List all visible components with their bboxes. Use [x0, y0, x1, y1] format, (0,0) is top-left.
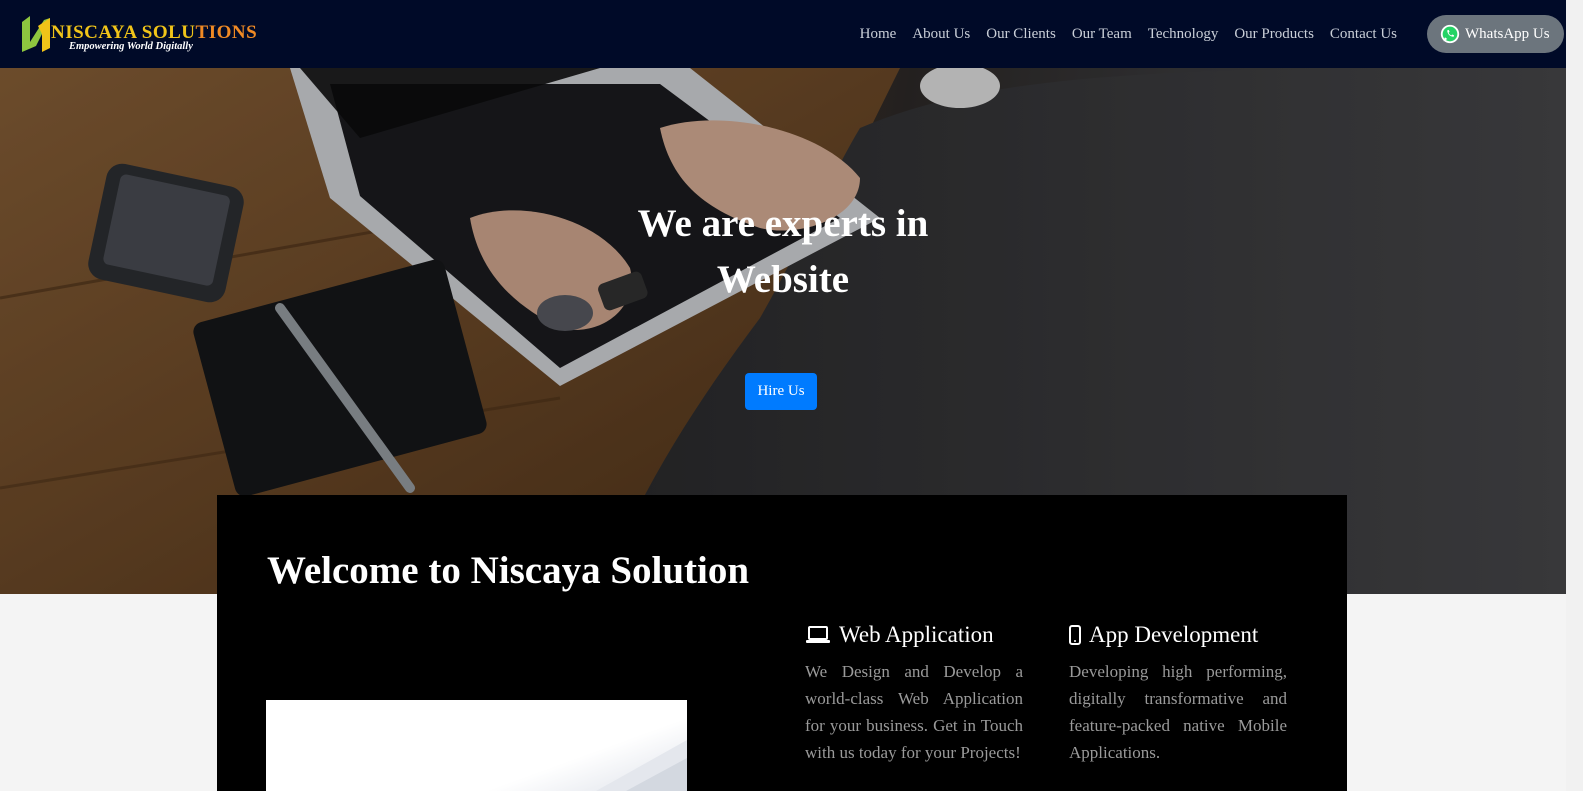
service-app-development: App Development Developing high performi…: [1069, 622, 1287, 766]
hire-us-button[interactable]: Hire Us: [745, 373, 817, 410]
hero-title: We are experts in Website: [583, 196, 983, 308]
nav-home[interactable]: Home: [852, 26, 905, 43]
hero-title-line-2: Website: [716, 258, 850, 301]
service-description: We Design and Develop a world-class Web …: [805, 662, 1023, 762]
building-graphic: [596, 740, 687, 791]
nav-contact-us[interactable]: Contact Us: [1322, 26, 1405, 43]
laptop-icon: [806, 626, 830, 643]
nav-our-team[interactable]: Our Team: [1064, 26, 1140, 43]
service-description: Developing high performing, digitally tr…: [1069, 662, 1287, 762]
hero-title-line-1: We are experts in: [637, 202, 929, 245]
welcome-panel: Welcome to Niscaya Solution Web Applicat…: [217, 495, 1347, 791]
page-scrollbar[interactable]: [1566, 0, 1583, 791]
welcome-heading: Welcome to Niscaya Solution: [267, 549, 750, 592]
main-nav: Home About Us Our Clients Our Team Techn…: [852, 0, 1405, 68]
whatsapp-icon: [1440, 24, 1460, 44]
service-title: App Development: [1089, 622, 1259, 647]
mobile-phone-icon: [1069, 625, 1081, 645]
whatsapp-button[interactable]: WhatsApp Us: [1427, 15, 1564, 53]
nav-technology[interactable]: Technology: [1140, 26, 1227, 43]
service-title: Web Application: [839, 622, 994, 647]
service-web-application: Web Application We Design and Develop a …: [805, 622, 1023, 766]
nav-about-us[interactable]: About Us: [904, 26, 978, 43]
whatsapp-label: WhatsApp Us: [1465, 25, 1550, 42]
welcome-image: [266, 700, 687, 791]
nav-our-clients[interactable]: Our Clients: [978, 26, 1064, 43]
brand-tagline: Empowering World Digitally: [69, 41, 193, 52]
navbar: NISCAYA SOLUTIONS Empowering World Digit…: [0, 0, 1566, 68]
logo-mark-icon: [22, 16, 50, 52]
brand-logo[interactable]: NISCAYA SOLUTIONS Empowering World Digit…: [16, 12, 257, 56]
nav-our-products[interactable]: Our Products: [1226, 26, 1322, 43]
